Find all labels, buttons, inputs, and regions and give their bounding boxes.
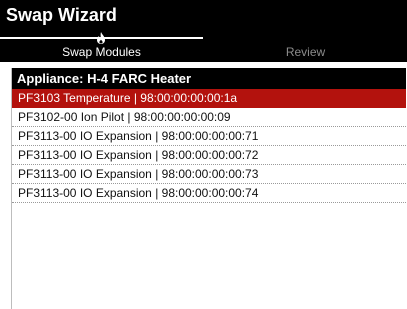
module-row[interactable]: PF3102-00 Ion Pilot | 98:00:00:00:00:09 [12,108,406,127]
tab-label: Review [285,45,326,59]
module-row[interactable]: PF3103 Temperature | 98:00:00:00:00:1a [12,89,406,108]
tab-review[interactable]: Review [204,30,407,62]
swap-wizard-app: Swap Wizard Swap Modules Review Applianc… [0,0,407,309]
tab-swap-modules[interactable]: Swap Modules [0,30,203,62]
flame-icon [97,32,105,44]
module-row[interactable]: PF3113-00 IO Expansion | 98:00:00:00:00:… [12,165,406,184]
tab-bar: Swap Modules Review [0,30,407,62]
module-row[interactable]: PF3113-00 IO Expansion | 98:00:00:00:00:… [12,127,406,146]
appliance-panel: Appliance: H-4 FARC Heater PF3103 Temper… [11,68,406,309]
module-row[interactable]: PF3113-00 IO Expansion | 98:00:00:00:00:… [12,184,406,203]
page-title: Swap Wizard [6,5,117,25]
module-row[interactable]: PF3113-00 IO Expansion | 98:00:00:00:00:… [12,146,406,165]
appliance-header: Appliance: H-4 FARC Heater [12,68,406,89]
module-list: PF3103 Temperature | 98:00:00:00:00:1a P… [12,89,406,203]
tab-label: Swap Modules [62,45,141,59]
title-bar: Swap Wizard [0,0,407,30]
